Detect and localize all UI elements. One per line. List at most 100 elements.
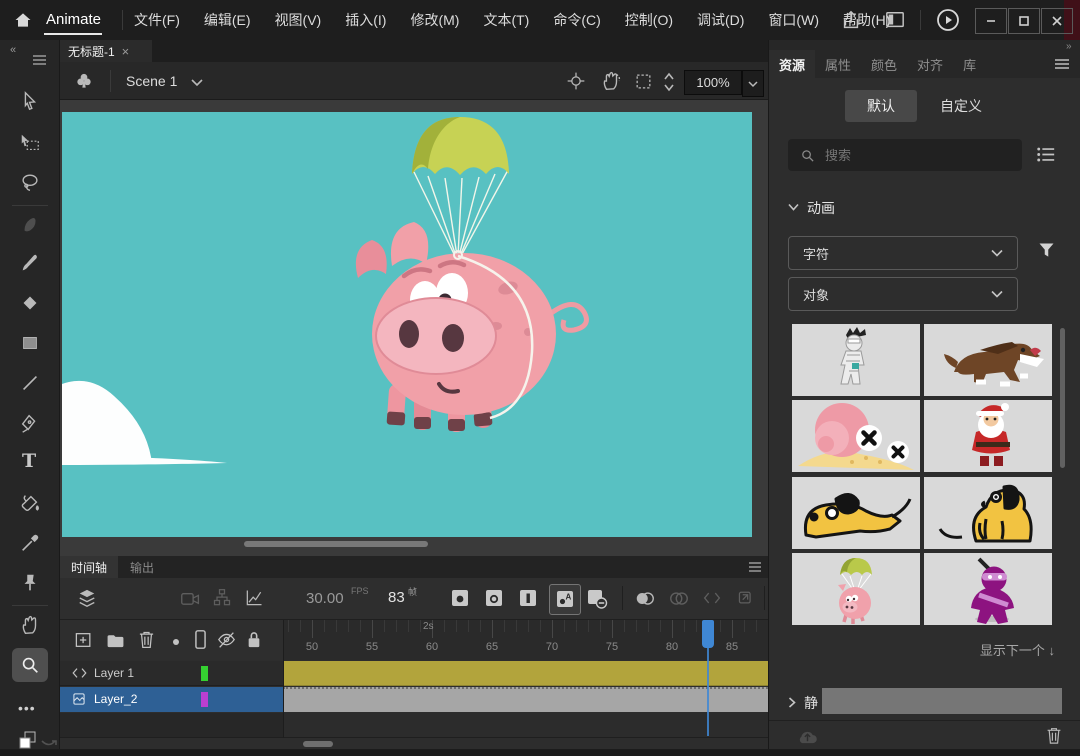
delete-asset-icon[interactable] [1046,726,1062,745]
scene-chevron-down-icon[interactable] [190,77,204,87]
section-animation-chevron-icon[interactable] [788,203,799,211]
tab-color[interactable]: 颜色 [861,55,907,74]
close-button[interactable] [1041,8,1073,34]
search-box[interactable] [788,139,1022,171]
menu-item-insert[interactable]: 插入(I) [345,10,386,30]
add-folder-icon[interactable] [106,632,125,648]
zoom-level-dropdown-icon[interactable] [742,70,764,97]
insert-blank-keyframe-button[interactable] [486,590,503,607]
list-view-icon[interactable] [1036,146,1056,163]
camera-icon[interactable] [180,590,201,607]
hide-layers-icon[interactable] [216,631,237,649]
section-static-label[interactable]: 静 [804,693,818,713]
asset-thumbnail-snail[interactable] [792,400,920,472]
clip-content-icon[interactable] [634,72,653,91]
upload-asset-icon[interactable] [796,727,819,745]
tool-fluid-brush[interactable] [19,214,41,236]
filter-icon[interactable] [1036,240,1057,261]
tab-library[interactable]: 库 [953,55,986,74]
object-dropdown[interactable]: 对象 [788,277,1018,311]
color-swatches-icon[interactable] [16,730,40,750]
zoom-level-field[interactable]: 100% [684,70,742,95]
test-movie-play-button[interactable] [936,8,960,32]
menu-item-file[interactable]: 文件(F) [134,10,180,30]
layer-row-2-selected[interactable]: Layer_2 [60,687,283,712]
scene-name[interactable]: Scene 1 [126,73,177,89]
mode-default-button[interactable]: 默认 [845,90,917,122]
tool-rectangle[interactable] [19,332,41,354]
menu-item-window[interactable]: 窗口(W) [768,10,819,30]
more-tools-icon[interactable]: ••• [18,700,36,716]
tool-lasso[interactable] [19,172,41,194]
tool-asset-warp-pin[interactable] [19,572,41,594]
tool-paint-bucket[interactable] [19,492,41,514]
playhead[interactable] [702,620,714,648]
outline-view-icon[interactable] [194,629,207,650]
layer-parenting-icon[interactable] [212,588,232,608]
tab-properties[interactable]: 属性 [815,55,861,74]
tool-eraser[interactable] [19,292,41,314]
tools-panel-menu-icon[interactable] [32,54,47,66]
tab-timeline[interactable]: 时间轴 [60,556,118,578]
tool-hand[interactable] [19,614,41,636]
insert-keyframe-button[interactable] [452,590,469,607]
collapse-panel-icon[interactable]: « [10,44,16,56]
center-stage-icon[interactable] [566,71,586,91]
frame-graph-icon[interactable] [244,588,264,608]
mode-custom-button[interactable]: 自定义 [925,90,997,122]
maximize-button[interactable] [1008,8,1040,34]
onion-skin-icon[interactable] [634,590,656,607]
zoom-stepper[interactable] [662,70,676,94]
asset-thumbnail-ninja[interactable] [924,553,1052,625]
canvas-hscrollbar[interactable] [244,541,428,547]
lock-layers-icon[interactable] [246,630,262,650]
tool-text[interactable]: T [22,450,36,472]
timeline-hscrollbar[interactable] [303,741,333,747]
layer-view-icon[interactable] [76,588,98,608]
section-animation-label[interactable]: 动画 [807,198,835,218]
tool-pen[interactable] [19,412,41,434]
menu-item-text[interactable]: 文本(T) [483,10,529,30]
asset-thumbnail-mummy[interactable] [792,324,920,396]
asset-thumbnail-dog-lying[interactable] [792,477,920,549]
menu-item-modify[interactable]: 修改(M) [410,10,459,30]
rotate-view-icon[interactable] [600,70,622,92]
create-classic-tween-icon[interactable] [736,589,756,607]
menu-item-commands[interactable]: 命令(C) [553,10,600,30]
layer-row-1[interactable]: Layer 1 [60,661,283,686]
tab-assets[interactable]: 资源 [769,50,815,78]
insert-frame-button[interactable] [520,590,537,607]
menu-item-debug[interactable]: 调试(D) [697,10,744,30]
tab-output[interactable]: 输出 [118,556,166,578]
tool-brush[interactable] [19,252,41,274]
asset-thumbnail-pig-parachute[interactable] [792,553,920,625]
assets-panel-menu-icon[interactable] [1054,58,1070,70]
layer-color-chip[interactable] [201,692,208,707]
asset-thumbnail-wolf[interactable] [924,324,1052,396]
auto-keyframe-button[interactable]: A [549,584,581,615]
home-icon[interactable] [12,10,34,30]
add-layer-icon[interactable] [74,631,93,649]
delete-layer-icon[interactable] [138,630,155,649]
current-frame-value[interactable]: 83 [388,589,405,606]
menu-item-view[interactable]: 视图(V) [275,10,322,30]
search-input[interactable] [823,147,997,164]
layer-track-1[interactable] [283,661,768,686]
edit-multiple-frames-icon[interactable] [702,589,722,607]
timeline-ruler[interactable]: 2s 50 55 60 65 70 75 80 85 [283,620,768,660]
asset-thumbnail-santa[interactable] [924,400,1052,472]
character-dropdown[interactable]: 字符 [788,236,1018,270]
onion-skin-outline-icon[interactable] [668,590,690,607]
layer-track-2[interactable] [283,687,768,712]
minimize-button[interactable] [975,8,1007,34]
layer-color-chip[interactable] [201,666,208,681]
asset-thumbnail-dog-sitting[interactable] [924,477,1052,549]
stage[interactable] [62,112,752,537]
tool-line[interactable] [19,372,41,394]
undo-arrow-icon[interactable] [40,733,58,747]
tool-zoom[interactable] [19,654,41,676]
tab-align[interactable]: 对齐 [907,55,953,74]
tool-subselection[interactable] [19,132,41,154]
scene-icon[interactable] [74,71,94,91]
fps-value[interactable]: 30.00 [306,590,344,607]
